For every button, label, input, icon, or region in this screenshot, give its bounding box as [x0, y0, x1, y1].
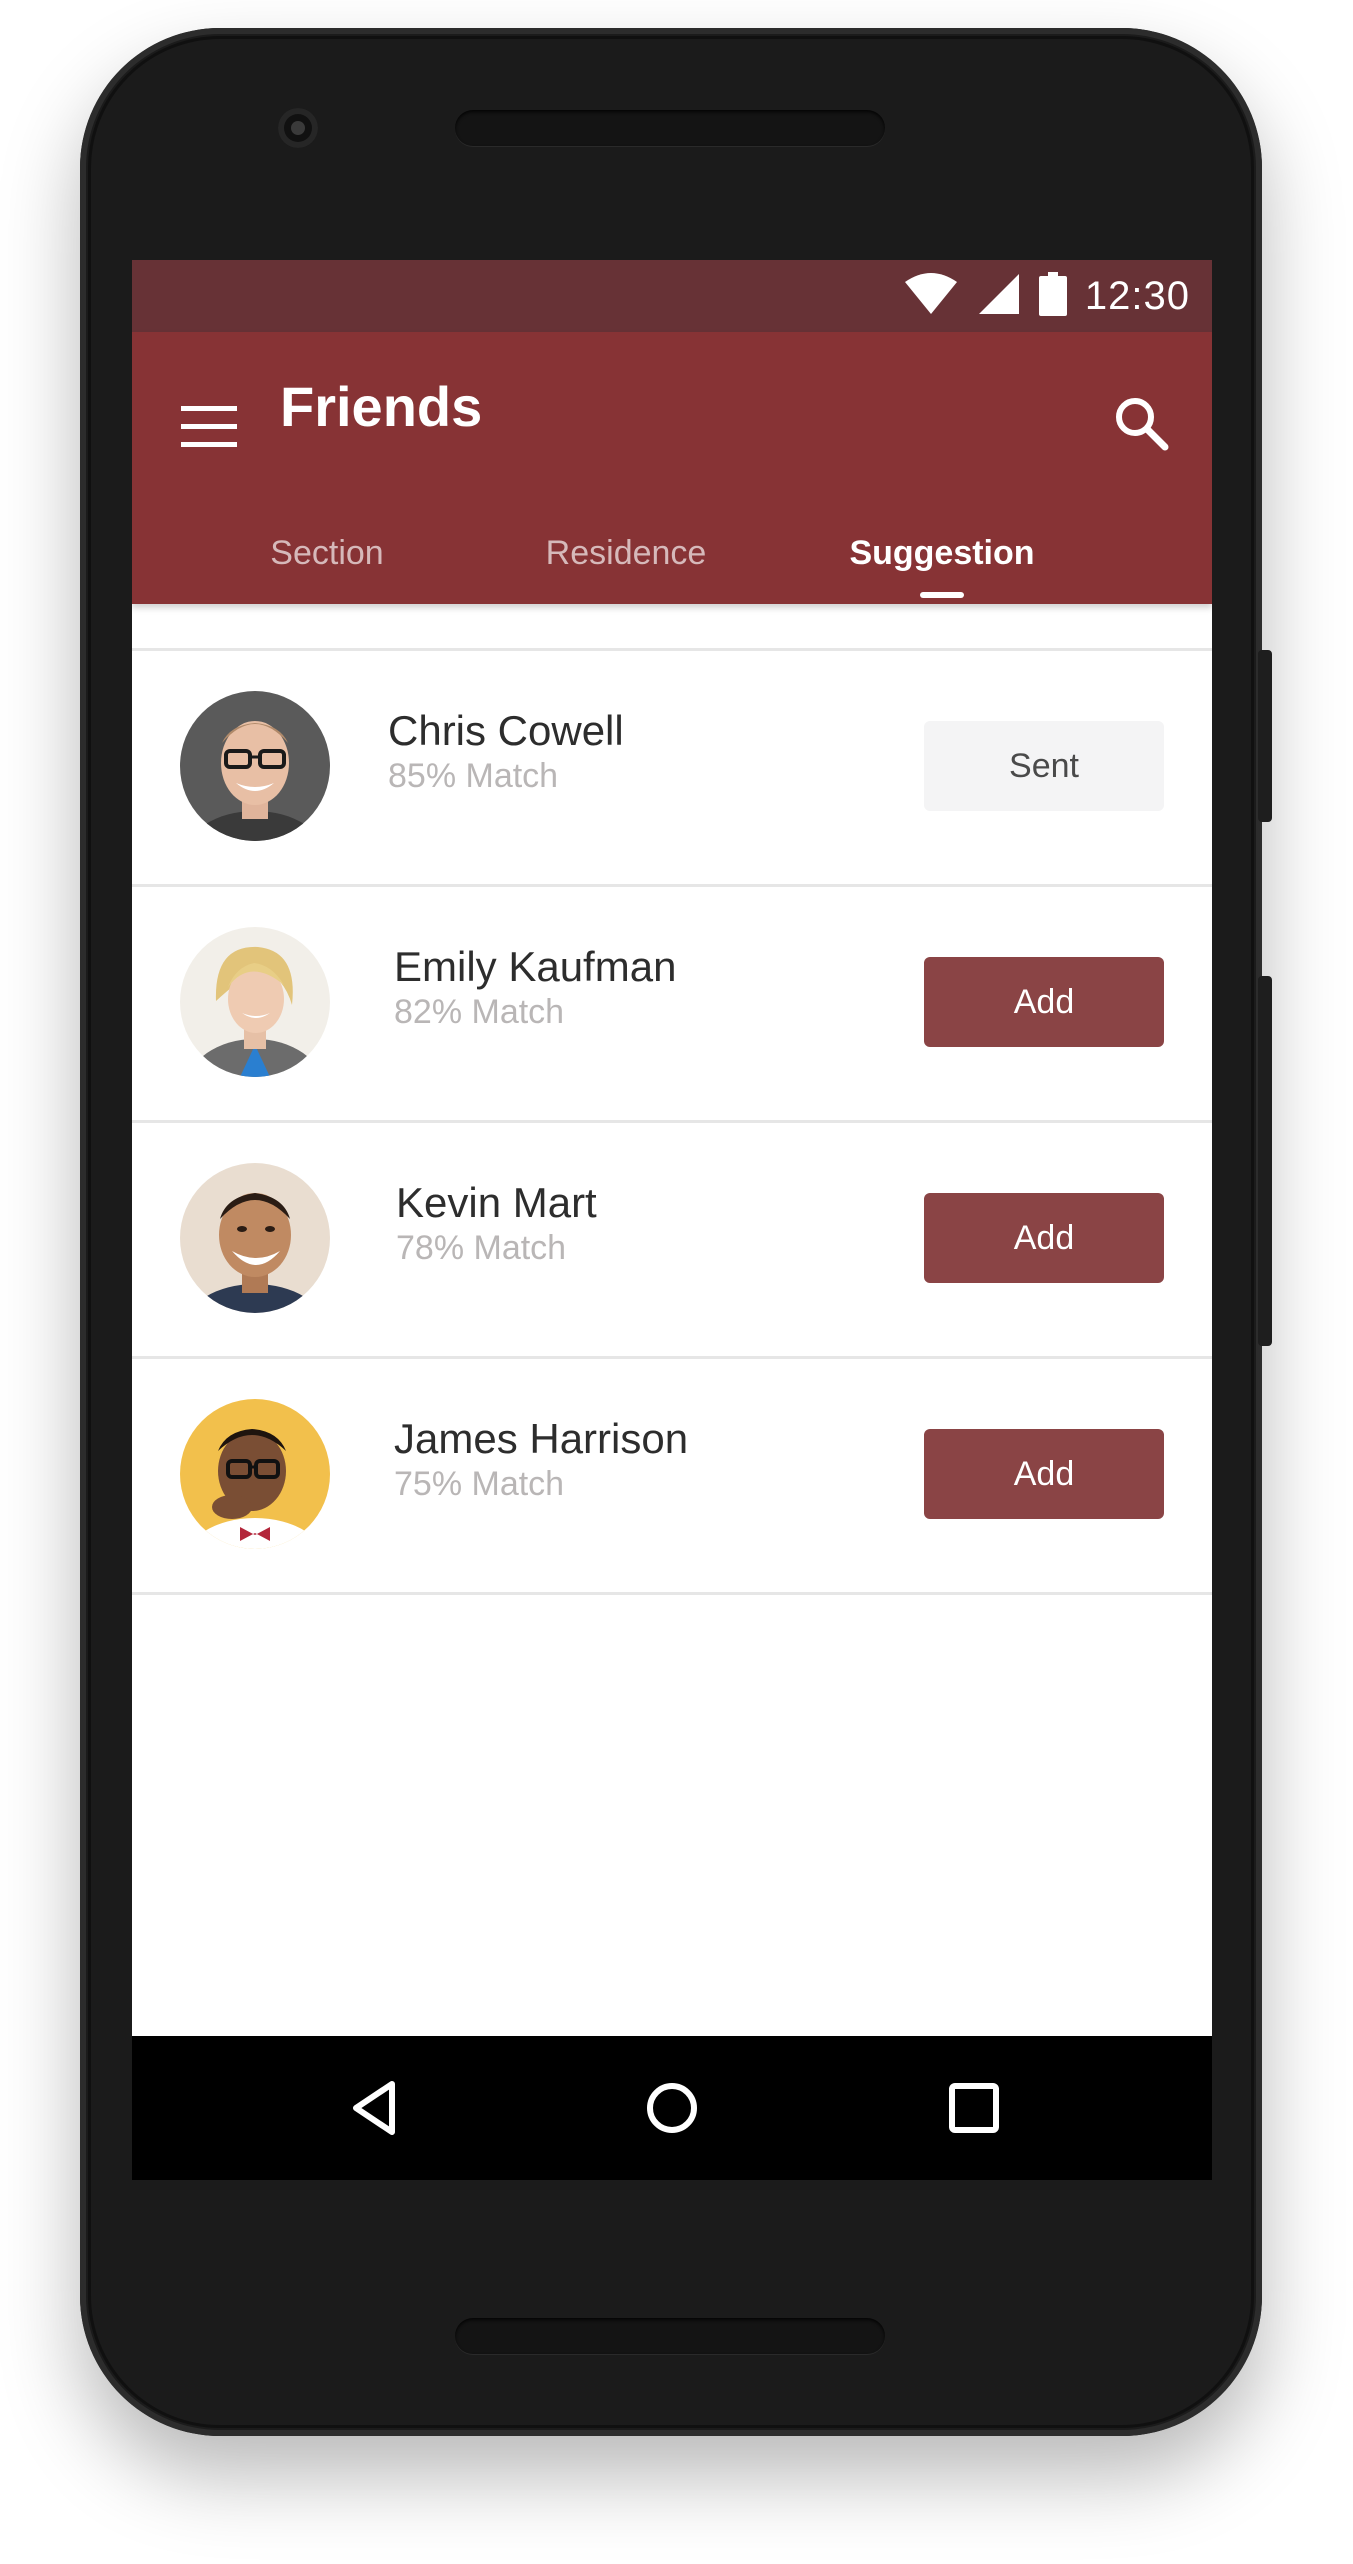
navigation-bar [132, 2036, 1212, 2180]
volume-button [1258, 976, 1272, 1346]
list-item: Emily Kaufman 82% Match Add [132, 884, 1212, 1120]
add-friend-button[interactable]: Add [924, 957, 1164, 1047]
list-item: Chris Cowell 85% Match Sent [132, 648, 1212, 884]
add-friend-button[interactable]: Add [924, 1429, 1164, 1519]
match-percent: 75% Match [394, 1465, 565, 1503]
tab-label: Suggestion [849, 534, 1035, 572]
top-speaker [455, 110, 885, 146]
friend-name: Emily Kaufman [394, 943, 677, 990]
match-percent: 82% Match [394, 993, 565, 1031]
add-friend-button[interactable]: Add [924, 1193, 1164, 1283]
friend-name: Chris Cowell [388, 707, 624, 754]
avatar [180, 1399, 330, 1549]
tab-section[interactable]: Section [192, 504, 462, 604]
avatar [180, 1163, 330, 1313]
menu-icon[interactable] [172, 390, 246, 464]
friend-list: Chris Cowell 85% Match Sent Emily Kaufma… [132, 648, 1212, 1595]
match-percent: 85% Match [388, 757, 559, 795]
tab-bar: Section Residence Suggestion [192, 504, 1192, 604]
front-camera [278, 108, 318, 148]
sent-button[interactable]: Sent [924, 721, 1164, 811]
home-icon[interactable] [620, 2056, 724, 2160]
match-percent: 78% Match [396, 1229, 567, 1267]
tab-indicator [920, 592, 964, 598]
signal-icon [977, 272, 1021, 321]
page-title: Friends [280, 375, 483, 438]
friend-name: Kevin Mart [396, 1179, 597, 1226]
tab-suggestion[interactable]: Suggestion [792, 504, 1092, 604]
status-time: 12:30 [1084, 273, 1190, 318]
status-bar: 12:30 [132, 260, 1212, 332]
list-item: Kevin Mart 78% Match Add [132, 1120, 1212, 1356]
tab-label: Section [270, 534, 384, 572]
friend-name: James Harrison [394, 1415, 689, 1462]
list-item: James Harrison 75% Match Add [132, 1356, 1212, 1595]
battery-icon [1038, 271, 1067, 321]
bottom-speaker [455, 2318, 885, 2354]
wifi-icon [903, 272, 959, 321]
avatar [180, 691, 330, 841]
screen: 12:30 Friends Section Residence Suggesti… [132, 260, 1212, 2180]
power-button [1258, 650, 1272, 822]
recents-icon[interactable] [922, 2056, 1026, 2160]
search-icon[interactable] [1102, 384, 1180, 462]
tab-label: Residence [545, 534, 707, 572]
avatar [180, 927, 330, 1077]
app-bar: Friends Section Residence Suggestion [132, 332, 1212, 604]
back-icon[interactable] [322, 2056, 426, 2160]
tab-residence[interactable]: Residence [476, 504, 776, 604]
